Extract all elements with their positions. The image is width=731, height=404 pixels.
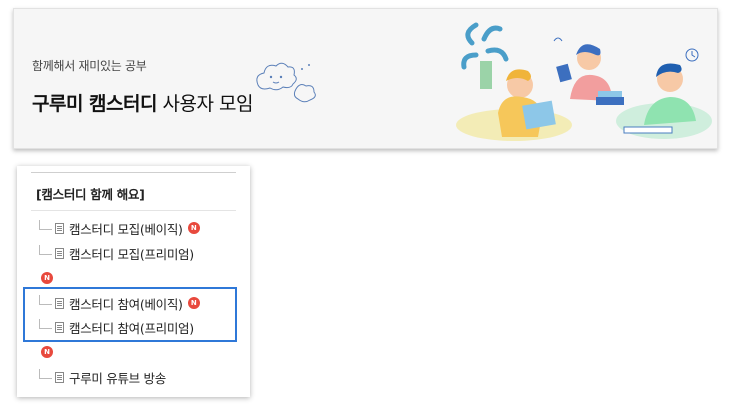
new-badge: N — [41, 272, 53, 284]
menu-item-youtube[interactable]: 구루미 유튜브 방송 — [39, 368, 166, 386]
cloud-doodle-icon — [256, 62, 316, 103]
tree-branch-icon — [39, 245, 52, 255]
selection-highlight-box — [23, 287, 237, 342]
banner-subtitle: 함께해서 재미있는 공부 — [32, 59, 147, 73]
doc-icon — [55, 371, 64, 383]
menu-group-header: [캠스터디 함께 해요] — [36, 187, 145, 202]
banner-title: 구루미 캠스터디 사용자 모임 — [32, 89, 253, 116]
menu-top-divider — [31, 172, 236, 173]
menu-item-label: 캠스터디 모집(베이직) — [69, 221, 183, 237]
side-menu: [캠스터디 함께 해요] — [17, 166, 250, 397]
doc-icon — [55, 247, 64, 259]
tree-branch-icon — [39, 220, 52, 230]
menu-item-label: 캠스터디 모집(프리미엄) — [69, 246, 194, 262]
doc-icon — [55, 222, 64, 234]
study-group-illustration — [456, 22, 712, 141]
menu-item-label: 구루미 유튜브 방송 — [69, 370, 166, 386]
menu-item-recruit-premium[interactable]: 캠스터디 모집(프리미엄) — [39, 244, 194, 262]
new-badge: N — [187, 222, 200, 234]
cafe-banner: 함께해서 재미있는 공부 구루미 캠스터디 사용자 모임 — [13, 8, 718, 149]
banner-title-light: 사용자 모임 — [156, 93, 254, 115]
menu-item-recruit-basic[interactable]: 캠스터디 모집(베이직) N — [39, 219, 200, 237]
new-badge: N — [41, 346, 53, 358]
menu-header-divider — [31, 210, 236, 211]
banner-title-bold: 구루미 캠스터디 — [32, 93, 157, 115]
tree-branch-icon — [39, 369, 52, 379]
